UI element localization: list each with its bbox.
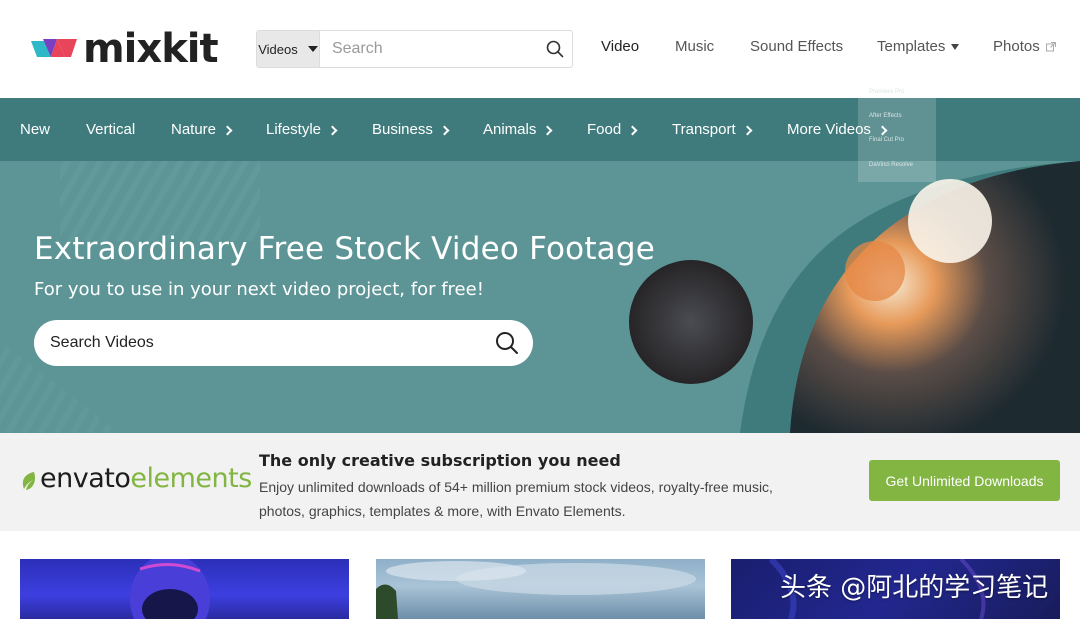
category-label: New bbox=[20, 121, 51, 138]
category-label: Animals bbox=[483, 121, 537, 138]
search-icon bbox=[496, 332, 518, 354]
templates-dropdown: Premiere Pro After Effects Final Cut Pro… bbox=[858, 80, 936, 182]
hero-subtitle: For you to use in your next video projec… bbox=[34, 279, 484, 300]
category-label: Vertical bbox=[86, 121, 136, 138]
envato-body: Enjoy unlimited downloads of 54+ million… bbox=[259, 479, 773, 519]
chevron-right-icon bbox=[222, 125, 233, 135]
leaf-icon bbox=[22, 471, 36, 490]
chevron-right-icon bbox=[742, 125, 753, 135]
nav-templates-label: Templates bbox=[877, 38, 946, 55]
mixkit-logo[interactable]: mixkit bbox=[31, 26, 219, 72]
category-nature[interactable]: Nature bbox=[171, 121, 233, 138]
category-new[interactable]: New bbox=[20, 121, 50, 138]
envato-banner: envato elements The only creative subscr… bbox=[0, 433, 1080, 531]
category-food[interactable]: Food bbox=[587, 121, 638, 138]
watermark-text: 头条 @阿北的学习笔记 bbox=[780, 573, 1049, 603]
nav-sound-effects-label: Sound Effects bbox=[750, 38, 844, 55]
mixkit-logo-mark-icon bbox=[31, 39, 77, 57]
dropdown-item[interactable]: Final Cut Pro bbox=[869, 137, 904, 143]
nav-video[interactable]: Video bbox=[601, 38, 639, 55]
category-label: Lifestyle bbox=[266, 121, 322, 138]
dropdown-item[interactable]: DaVinci Resolve bbox=[869, 162, 913, 168]
hero-search bbox=[34, 320, 533, 366]
dropdown-item[interactable]: After Effects bbox=[869, 113, 902, 119]
dropdown-item[interactable]: Premiere Pro bbox=[869, 89, 904, 95]
category-transport[interactable]: Transport bbox=[672, 121, 753, 138]
chevron-right-icon bbox=[627, 125, 638, 135]
search-category-label: Videos bbox=[258, 41, 298, 57]
chevron-right-icon bbox=[542, 125, 553, 135]
envato-heading: The only creative subscription you need bbox=[259, 451, 621, 470]
category-lifestyle[interactable]: Lifestyle bbox=[266, 121, 338, 138]
search-input[interactable] bbox=[319, 31, 539, 67]
video-thumbnail[interactable] bbox=[376, 559, 705, 619]
category-label: Food bbox=[587, 121, 622, 138]
category-business[interactable]: Business bbox=[372, 121, 450, 138]
category-vertical[interactable]: Vertical bbox=[86, 121, 135, 138]
category-label: Business bbox=[372, 121, 433, 138]
header-search: Videos bbox=[256, 30, 573, 68]
chevron-right-icon bbox=[327, 125, 338, 135]
thumbnail-image bbox=[376, 561, 696, 619]
get-unlimited-downloads-button[interactable]: Get Unlimited Downloads bbox=[869, 460, 1060, 501]
logo-text: mixkit bbox=[83, 26, 219, 72]
caret-down-icon bbox=[951, 43, 960, 50]
chevron-right-icon bbox=[439, 125, 450, 135]
envato-logo-part1: envato bbox=[40, 463, 131, 494]
caret-down-icon bbox=[307, 46, 318, 52]
nav-templates[interactable]: Templates bbox=[877, 38, 960, 55]
nav-music-label: Music bbox=[675, 38, 715, 55]
nav-music[interactable]: Music bbox=[675, 38, 714, 55]
hero-search-input[interactable] bbox=[34, 334, 481, 352]
search-button[interactable] bbox=[539, 31, 572, 67]
nav-video-label: Video bbox=[601, 38, 640, 55]
category-label: Nature bbox=[171, 121, 217, 138]
category-label: Transport bbox=[672, 121, 736, 138]
nav-photos[interactable]: Photos bbox=[993, 38, 1056, 55]
envato-elements-logo[interactable]: envato elements bbox=[20, 463, 252, 494]
search-category-select[interactable]: Videos bbox=[257, 31, 320, 67]
video-thumbnail[interactable] bbox=[20, 559, 349, 619]
external-link-icon bbox=[1045, 41, 1056, 51]
nav-photos-label: Photos bbox=[993, 38, 1040, 55]
search-icon bbox=[547, 40, 564, 58]
hero-title: Extraordinary Free Stock Video Footage bbox=[34, 231, 656, 267]
hero-banner: Extraordinary Free Stock Video Footage F… bbox=[0, 161, 1080, 433]
hero-search-button[interactable] bbox=[481, 320, 533, 366]
category-animals[interactable]: Animals bbox=[483, 121, 553, 138]
envato-logo-part2: elements bbox=[130, 463, 252, 494]
thumbnail-image bbox=[130, 559, 210, 619]
nav-sound-effects[interactable]: Sound Effects bbox=[750, 38, 843, 55]
